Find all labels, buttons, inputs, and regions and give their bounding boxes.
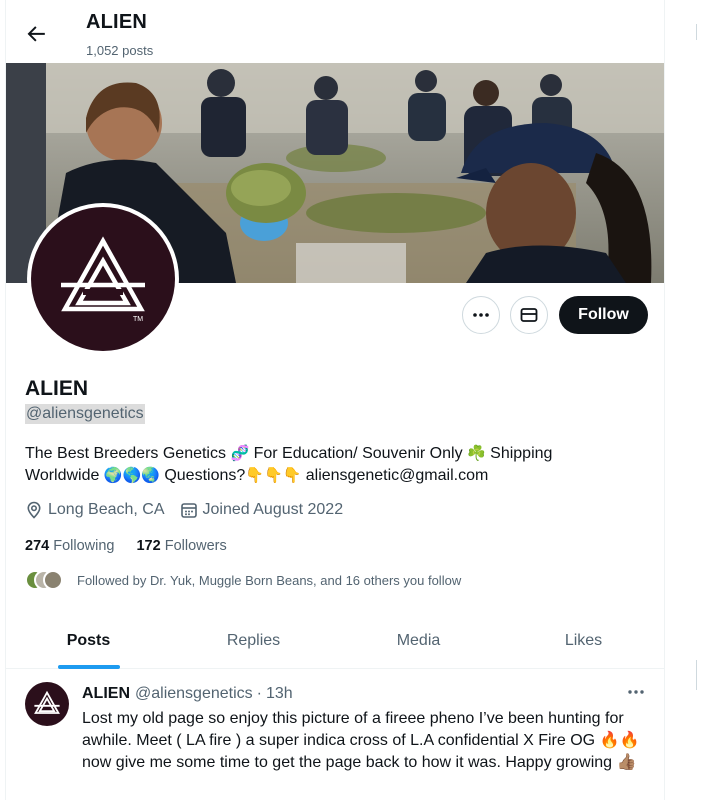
- profile-avatar[interactable]: TM: [27, 203, 179, 355]
- following-link[interactable]: 274 Following: [25, 538, 114, 554]
- dna-emoji: 🧬: [230, 445, 250, 462]
- follow-stats: 274 Following 172 Followers: [25, 538, 249, 554]
- profile-column: ALIEN 1,052 posts TM Follow ALIEN @alien…: [5, 0, 665, 800]
- svg-text:TM: TM: [133, 316, 143, 323]
- back-arrow-icon[interactable]: [22, 20, 50, 48]
- followers-label: Followers: [164, 538, 227, 554]
- joined-text: Joined August 2022: [202, 501, 344, 518]
- follower-avatars: [25, 570, 69, 590]
- post-count: 1,052 posts: [86, 43, 154, 58]
- fire-emojis: 🔥🔥: [599, 732, 640, 749]
- following-count: 274: [25, 538, 50, 554]
- profile-bio: The Best Breeders Genetics 🧬 For Educati…: [25, 443, 625, 487]
- profile-handle: @aliensgenetics: [25, 404, 145, 424]
- divider: [696, 660, 697, 690]
- ellipsis-icon: [473, 313, 489, 317]
- bio-email: aliensgenetic@gmail.com: [301, 467, 489, 484]
- bio-text: The Best Breeders Genetics: [25, 445, 231, 462]
- tab-replies[interactable]: Replies: [171, 613, 336, 668]
- tweet-avatar[interactable]: [25, 682, 69, 726]
- joined: Joined August 2022: [180, 501, 344, 519]
- header-title: ALIEN: [86, 11, 147, 33]
- followers-count: 172: [136, 538, 161, 554]
- tab-posts[interactable]: Posts: [6, 613, 171, 669]
- location: Long Beach, CA: [25, 501, 165, 519]
- location-text: Long Beach, CA: [48, 501, 165, 518]
- thumbs-up-emoji: 👍🏽: [616, 754, 637, 771]
- ellipsis-icon: [628, 690, 644, 694]
- envelope-icon: [520, 308, 538, 322]
- avatar-logo: TM: [31, 207, 175, 351]
- tweet-author-name[interactable]: ALIEN: [82, 685, 130, 703]
- tweet[interactable]: ALIEN @aliensgenetics · 13h Lost my old …: [6, 670, 664, 800]
- bio-text: Questions?: [159, 467, 246, 484]
- message-button[interactable]: [510, 296, 548, 334]
- profile-name: ALIEN: [25, 377, 88, 400]
- calendar-icon: [180, 503, 197, 518]
- tweet-body: now give me some time to get the page ba…: [82, 754, 617, 771]
- tab-label: Media: [396, 631, 441, 649]
- tweet-author-handle[interactable]: @aliensgenetics: [135, 685, 253, 703]
- followed-by[interactable]: Followed by Dr. Yuk, Muggle Born Beans, …: [25, 570, 461, 590]
- tweet-body: Lost my old page so enjoy this picture o…: [82, 710, 624, 749]
- tweet-text: Lost my old page so enjoy this picture o…: [82, 708, 652, 774]
- bio-text: For Education/ Souvenir Only: [249, 445, 468, 462]
- follow-button[interactable]: Follow: [559, 296, 648, 334]
- following-label: Following: [53, 538, 115, 554]
- top-header: ALIEN 1,052 posts: [6, 0, 664, 62]
- followers-link[interactable]: 172 Followers: [136, 538, 226, 554]
- profile-meta: Long Beach, CA Joined August 2022: [25, 501, 358, 519]
- tab-likes[interactable]: Likes: [501, 613, 664, 668]
- tab-label: Likes: [564, 631, 603, 649]
- pointing-down-emojis: 👇👇👇: [245, 467, 302, 484]
- right-panel-edge: [685, 0, 701, 800]
- tab-label: Replies: [226, 631, 281, 649]
- divider: [696, 24, 697, 40]
- active-tab-indicator: [57, 665, 120, 669]
- tweet-time[interactable]: 13h: [266, 685, 293, 703]
- profile-tabs: Posts Replies Media Likes: [6, 613, 664, 669]
- globe-emojis: 🌍🌎🌏: [103, 467, 160, 484]
- mini-avatar: [43, 570, 63, 590]
- location-pin-icon: [27, 501, 41, 519]
- followed-by-text: Followed by Dr. Yuk, Muggle Born Beans, …: [77, 572, 462, 588]
- tab-label: Posts: [66, 631, 111, 649]
- tweet-more-button[interactable]: [625, 682, 647, 702]
- shamrock-emoji: ☘️: [467, 445, 486, 462]
- tweet-header: ALIEN @aliensgenetics · 13h: [82, 685, 293, 703]
- more-options-button[interactable]: [462, 296, 500, 334]
- tab-media[interactable]: Media: [336, 613, 501, 668]
- tweet-separator: ·: [256, 685, 262, 702]
